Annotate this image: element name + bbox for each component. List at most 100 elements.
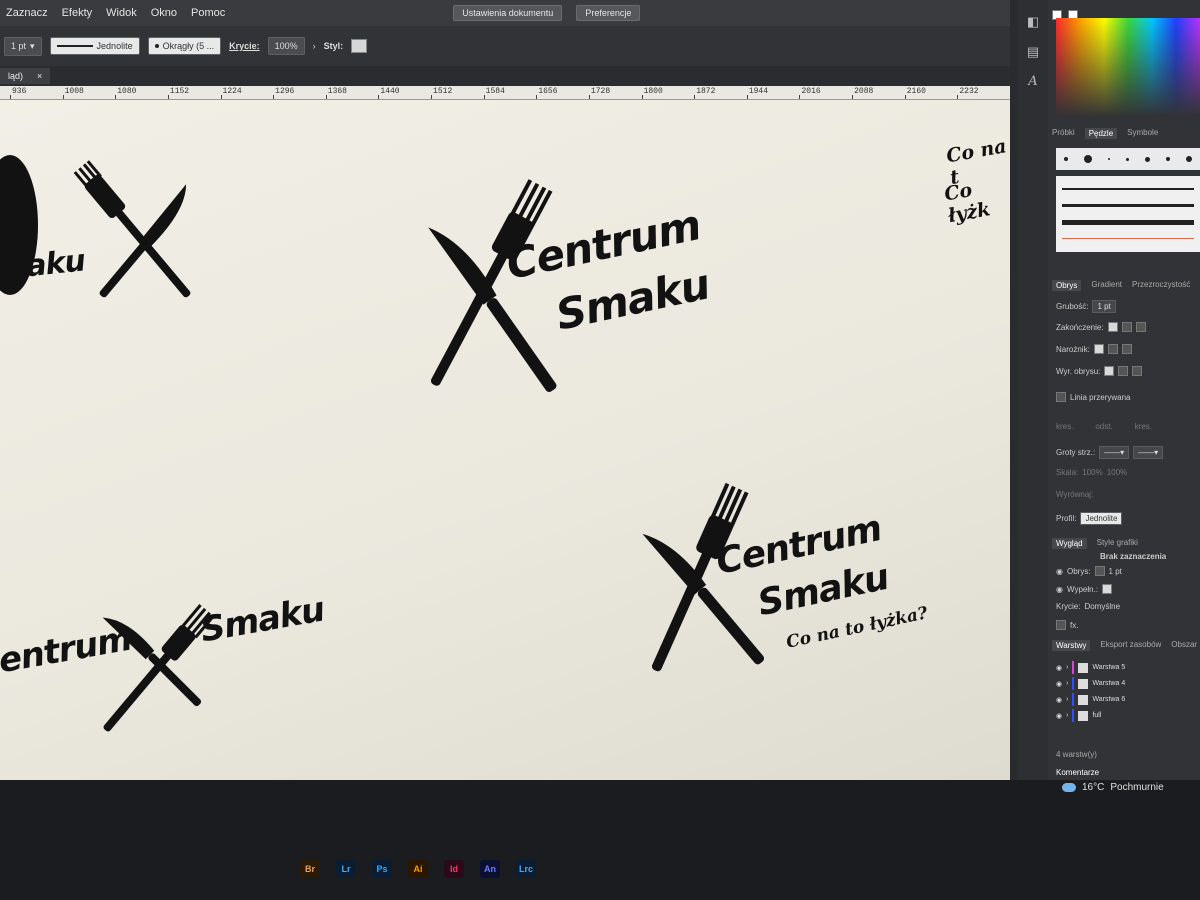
align-outside-icon[interactable] (1132, 366, 1143, 376)
comments-tab[interactable]: Komentarze (1056, 768, 1099, 777)
scale-row: Skala: 100% 100% (1056, 468, 1127, 477)
brush-stroke[interactable] (1062, 204, 1194, 207)
tab-gradient[interactable]: Gradient (1091, 280, 1122, 291)
stroke-weight-select[interactable]: 1 pt ▾ (4, 36, 42, 56)
stroke-style-select[interactable]: Jednolite (49, 37, 140, 55)
weather-widget[interactable]: 16°C Pochmurnie (1062, 782, 1164, 793)
color-spectrum[interactable] (1056, 18, 1200, 122)
tab-swatches[interactable]: Próbki (1052, 128, 1075, 139)
ruler-tick (904, 95, 906, 99)
character-icon[interactable]: A (1028, 74, 1037, 89)
butt-cap-icon[interactable] (1107, 322, 1118, 332)
stroke-swatch[interactable] (1094, 566, 1105, 576)
start-arrow-select[interactable]: ——▾ (1099, 446, 1130, 459)
brush-preset[interactable] (1186, 156, 1192, 162)
brush-strokes-list[interactable] (1056, 176, 1200, 252)
ruler-tick (115, 95, 117, 99)
tab-brushes[interactable]: Pędzle (1084, 128, 1118, 139)
chevron-right-icon[interactable]: › (1066, 712, 1068, 719)
weight-input[interactable]: 1 pt (1092, 300, 1116, 313)
ruler-tick (431, 95, 433, 99)
dashed-checkbox[interactable] (1056, 392, 1066, 402)
menu-okno[interactable]: Okno (151, 7, 177, 19)
style-swatch[interactable] (351, 39, 368, 53)
ruler-tick (957, 95, 959, 99)
brush-preset[interactable] (1145, 156, 1150, 162)
bevel-join-icon[interactable] (1121, 344, 1132, 354)
opacity-input[interactable]: 100% (267, 37, 305, 55)
dash-label: kres. (1134, 422, 1153, 431)
new-stroke-icon[interactable] (1056, 620, 1066, 630)
taskbar-app-icon[interactable]: Lr (336, 860, 356, 878)
profile-select[interactable]: Jednolite (1080, 512, 1123, 525)
brush-presets[interactable] (1056, 148, 1200, 170)
appearance-icon[interactable]: ◧ (1027, 14, 1039, 30)
artboard-canvas[interactable]: maku Centrum Smaku Centrum Smaku Co na t… (0, 100, 1010, 780)
tab-artboards[interactable]: Obszar (1171, 640, 1197, 651)
brush-value: Okrągły (5 ... (162, 41, 215, 51)
square-cap-icon[interactable] (1135, 322, 1146, 332)
appearance-stroke-row[interactable]: ◉ Obrys: 1 pt (1056, 566, 1122, 576)
menu-widok[interactable]: Widok (106, 7, 137, 19)
taskbar-app-icon[interactable]: Ai (408, 860, 428, 878)
chevron-right-icon[interactable]: › (1066, 680, 1068, 687)
chevron-right-icon[interactable]: › (313, 41, 316, 51)
tab-layers[interactable]: Warstwy (1052, 640, 1091, 651)
menu-efekty[interactable]: Efekty (62, 7, 93, 19)
eye-icon[interactable]: ◉ (1056, 712, 1062, 720)
menu-zaznacz[interactable]: Zaznacz (6, 7, 48, 19)
brush-preset[interactable] (1126, 157, 1129, 161)
eye-icon[interactable]: ◉ (1056, 680, 1062, 688)
tab-graphic-styles[interactable]: Style grafiki (1097, 538, 1138, 549)
tab-transparency[interactable]: Przezroczystość (1132, 280, 1190, 291)
appearance-fill-row[interactable]: ◉ Wypełn.: (1056, 584, 1113, 594)
eye-icon[interactable]: ◉ (1056, 664, 1062, 672)
brush-preset[interactable] (1064, 157, 1068, 161)
fill-swatch[interactable] (1102, 584, 1113, 594)
brush-preset[interactable] (1166, 157, 1170, 161)
taskbar-app-icon[interactable]: Lrc (516, 860, 536, 878)
tab-appearance[interactable]: Wygląd (1052, 538, 1087, 549)
tab-asset-export[interactable]: Eksport zasobów (1100, 640, 1161, 651)
appearance-opacity-row[interactable]: Krycie: Domyślne (1056, 602, 1120, 611)
align-inside-icon[interactable] (1118, 366, 1129, 376)
layer-row[interactable]: ◉ › Warstwa 5 (1056, 660, 1200, 675)
layer-name: full (1092, 712, 1102, 719)
align-center-icon[interactable] (1104, 366, 1115, 376)
chevron-right-icon[interactable]: › (1066, 664, 1068, 671)
brush-preset[interactable] (1084, 155, 1092, 163)
preferences-button[interactable]: Preferencje (576, 5, 641, 21)
brush-preset[interactable] (1108, 158, 1110, 160)
eye-icon[interactable]: ◉ (1056, 696, 1062, 704)
layer-row[interactable]: ◉ › full (1056, 708, 1200, 723)
document-settings-button[interactable]: Ustawienia dokumentu (453, 5, 563, 21)
menu-pomoc[interactable]: Pomoc (191, 7, 225, 19)
end-scale-value[interactable]: 100% (1107, 468, 1127, 477)
document-tab[interactable]: ląd) × (0, 68, 51, 84)
brush-stroke[interactable] (1062, 188, 1194, 190)
brush-stroke[interactable] (1062, 220, 1194, 225)
align-arrows-row: Wyrównaj: (1056, 490, 1093, 499)
brush-select[interactable]: Okrągły (5 ... (147, 37, 222, 55)
round-join-icon[interactable] (1107, 344, 1118, 354)
eye-icon[interactable]: ◉ (1056, 585, 1063, 594)
tab-stroke[interactable]: Obrys (1052, 280, 1082, 291)
brush-stroke[interactable] (1062, 238, 1194, 239)
layer-row[interactable]: ◉ › Warstwa 6 (1056, 692, 1200, 707)
taskbar-app-icon[interactable]: Id (444, 860, 464, 878)
ruler-tick-label: 1008 (64, 87, 84, 96)
eye-icon[interactable]: ◉ (1056, 567, 1063, 576)
start-scale-value[interactable]: 100% (1082, 468, 1102, 477)
fx-button[interactable]: fx. (1070, 621, 1078, 630)
taskbar-app-icon[interactable]: Ps (372, 860, 392, 878)
round-cap-icon[interactable] (1121, 322, 1132, 332)
layer-row[interactable]: ◉ › Warstwa 4 (1056, 676, 1200, 691)
tab-symbols[interactable]: Symbole (1127, 128, 1158, 139)
taskbar-app-icon[interactable]: An (480, 860, 500, 878)
end-arrow-select[interactable]: ——▾ (1133, 446, 1164, 459)
layers-icon[interactable]: ▤ (1027, 44, 1039, 60)
miter-join-icon[interactable] (1093, 344, 1104, 354)
taskbar-app-icon[interactable]: Br (300, 860, 320, 878)
chevron-right-icon[interactable]: › (1066, 696, 1068, 703)
close-icon[interactable]: × (37, 71, 42, 81)
